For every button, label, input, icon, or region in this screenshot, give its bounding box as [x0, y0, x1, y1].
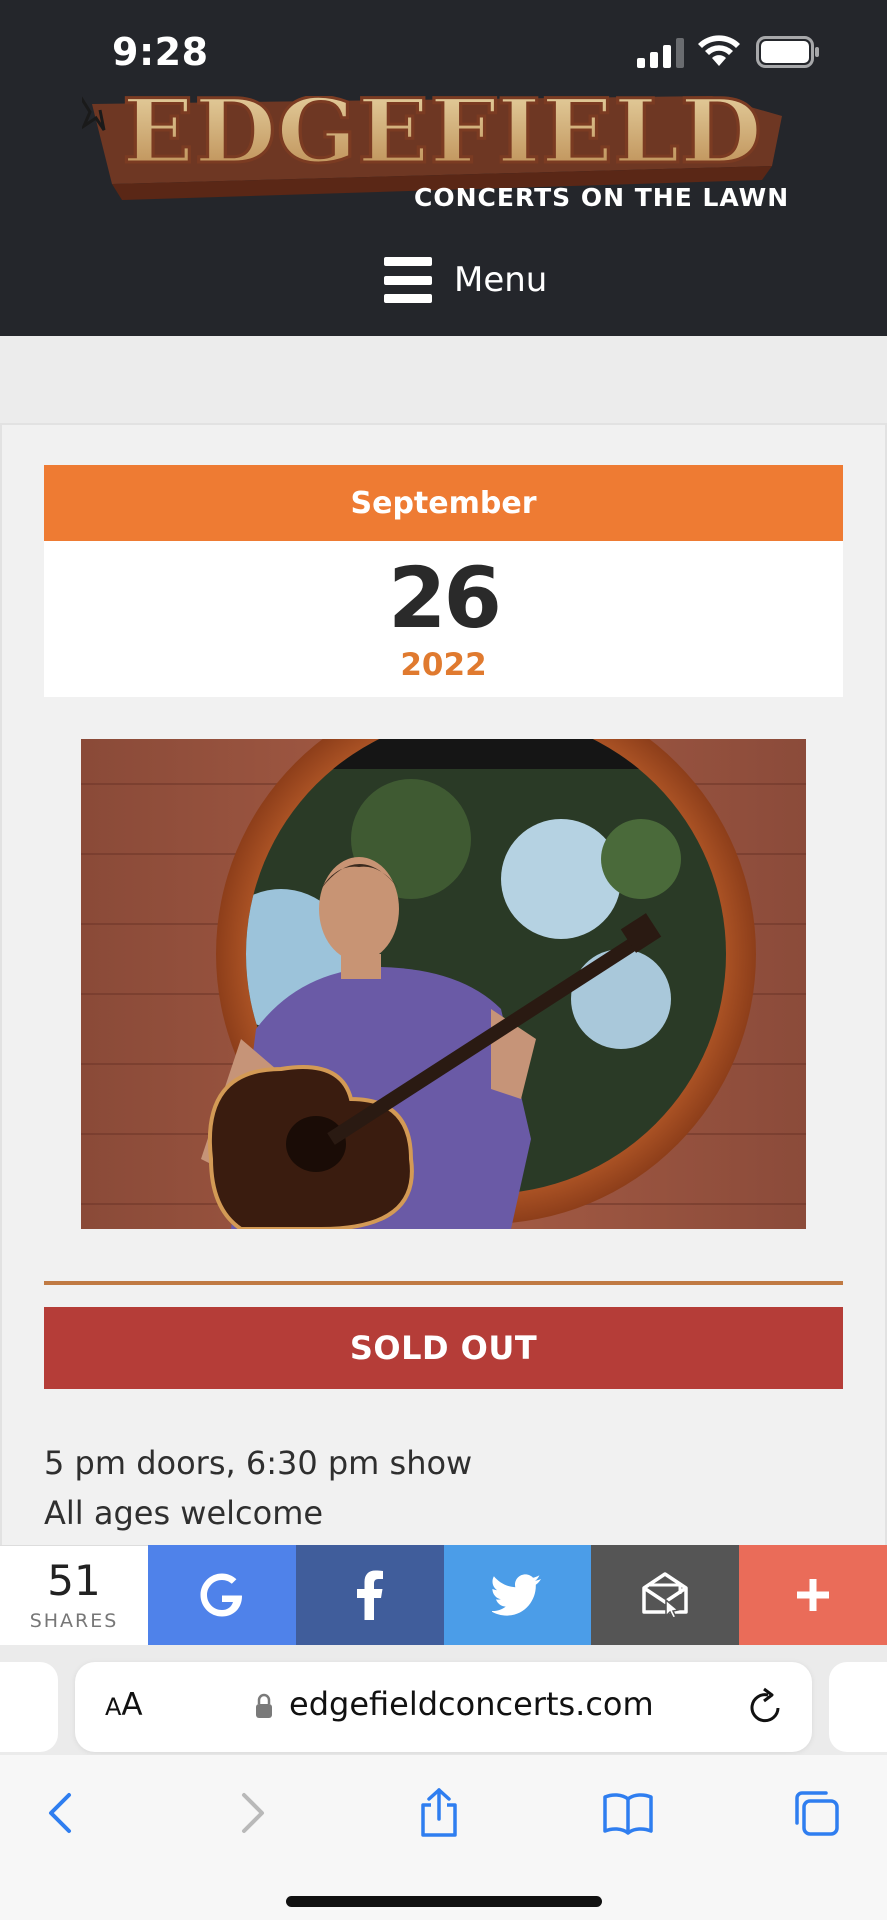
- forward-button[interactable]: [223, 1783, 283, 1843]
- chevron-right-icon: [242, 1793, 264, 1833]
- status-bar: 9:28: [0, 0, 887, 98]
- event-time-info: 5 pm doors, 6:30 pm show: [44, 1444, 473, 1482]
- share-count-label: SHARES: [29, 1609, 119, 1632]
- back-button[interactable]: [30, 1783, 90, 1843]
- hamburger-icon: [384, 257, 432, 303]
- chevron-left-icon: [49, 1793, 71, 1833]
- reload-icon[interactable]: [746, 1686, 786, 1728]
- share-count: 51 SHARES: [0, 1545, 148, 1645]
- lock-icon: [256, 1693, 272, 1718]
- next-tab-preview[interactable]: [829, 1662, 887, 1752]
- share-google-button[interactable]: [148, 1545, 296, 1645]
- tabs-icon: [795, 1791, 839, 1836]
- share-page-button[interactable]: [409, 1783, 469, 1843]
- address-bar[interactable]: AA edgefieldconcerts.com: [75, 1662, 812, 1752]
- previous-tab-preview[interactable]: [0, 1662, 58, 1752]
- event-age-info: All ages welcome: [44, 1494, 324, 1532]
- google-icon: [200, 1573, 242, 1617]
- share-bar: 51 SHARES: [0, 1545, 887, 1645]
- event-date-body: 26 2022: [44, 541, 843, 697]
- text-size-button[interactable]: AA: [105, 1687, 143, 1723]
- wifi-icon: [698, 35, 740, 66]
- share-more-button[interactable]: [739, 1545, 887, 1645]
- battery-icon: [756, 36, 819, 68]
- plus-icon: [797, 1579, 830, 1611]
- share-twitter-button[interactable]: [443, 1545, 592, 1645]
- cellular-signal-icon: [637, 38, 684, 68]
- site-header: 9:28 EDGEFIELD CONCERTS ON THE LAWN Menu: [0, 0, 887, 336]
- share-facebook-button[interactable]: [295, 1545, 444, 1645]
- logo-tagline: CONCERTS ON THE LAWN: [414, 183, 790, 212]
- url-text: edgefieldconcerts.com: [289, 1685, 654, 1723]
- share-email-button[interactable]: [591, 1545, 740, 1645]
- twitter-icon: [492, 1574, 542, 1616]
- menu-label: Menu: [454, 260, 548, 300]
- email-icon: [642, 1572, 689, 1618]
- text-size-big-label: A: [121, 1687, 143, 1723]
- event-month: September: [44, 465, 843, 541]
- section-divider: [44, 1281, 843, 1285]
- svg-text:EDGEFIELD: EDGEFIELD: [122, 96, 762, 183]
- book-icon: [603, 1793, 653, 1835]
- status-time: 9:28: [112, 30, 209, 74]
- text-size-small-label: A: [105, 1693, 122, 1721]
- artist-photo: [81, 739, 806, 1229]
- home-indicator: [286, 1896, 602, 1907]
- share-icon: [421, 1788, 457, 1837]
- event-day: 26: [388, 549, 502, 647]
- facebook-icon: [356, 1570, 383, 1620]
- bookmarks-button[interactable]: [598, 1783, 658, 1843]
- sold-out-button[interactable]: SOLD OUT: [44, 1307, 843, 1389]
- event-year: 2022: [400, 647, 487, 683]
- share-count-number: 51: [47, 1555, 101, 1605]
- menu-button[interactable]: Menu: [384, 252, 547, 308]
- tabs-button[interactable]: [786, 1783, 846, 1843]
- event-date: September 26 2022: [44, 465, 843, 697]
- browser-toolbar: [0, 1755, 887, 1920]
- browser-address-area: AA edgefieldconcerts.com: [0, 1645, 887, 1755]
